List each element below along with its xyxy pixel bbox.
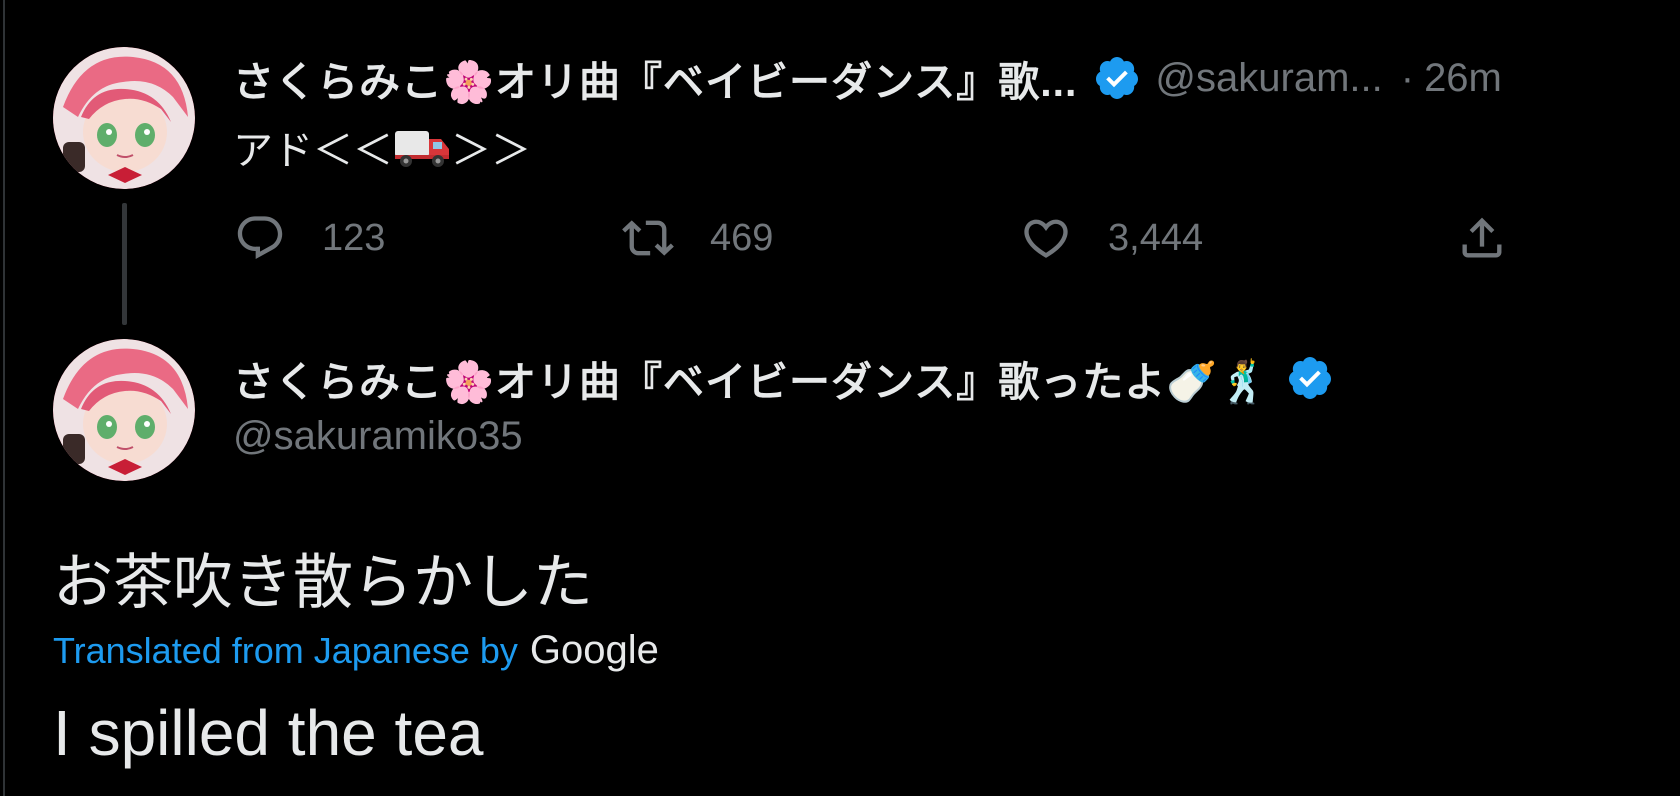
tweet-thread: さくらみこ🌸オリ曲『ベイビーダンス』歌... @sakuram... · 26m…: [0, 0, 1680, 796]
tweet2-header: さくらみこ🌸オリ曲『ベイビーダンス』歌ったよ🍼🕺: [233, 348, 1334, 408]
heart-icon: [1024, 219, 1068, 258]
handle[interactable]: @sakuramiko35: [233, 414, 523, 459]
delivery-truck-icon: [393, 127, 451, 179]
translated-from-link[interactable]: Translated from Japanese by: [53, 630, 518, 672]
tweet-text-prefix: アド＜＜: [233, 129, 393, 173]
display-name[interactable]: さくらみこ🌸オリ曲『ベイビーダンス』歌ったよ🍼🕺: [233, 348, 1270, 408]
tweet2-text: お茶吹き散らかした: [53, 549, 593, 616]
verified-badge-icon: [1096, 57, 1139, 99]
tweet1-header: さくらみこ🌸オリ曲『ベイビーダンス』歌... @sakuram... · 26m: [233, 48, 1502, 108]
avatar[interactable]: [53, 47, 195, 189]
avatar[interactable]: [53, 339, 195, 481]
share-icon: [1462, 217, 1502, 258]
google-logo: Google: [529, 628, 659, 672]
like-button[interactable]: 3,444: [1020, 212, 1203, 264]
separator-dot: ·: [1400, 55, 1415, 100]
retweet-icon: [622, 220, 674, 256]
verified-badge-icon: [1289, 357, 1332, 399]
translated-text: I spilled the tea: [53, 697, 484, 769]
retweet-button[interactable]: 469: [622, 212, 773, 264]
column-divider: [3, 0, 5, 796]
like-count: 3,444: [1108, 216, 1204, 259]
display-name[interactable]: さくらみこ🌸オリ曲『ベイビーダンス』歌...: [233, 48, 1077, 108]
tweet1-actions: 123 469 3,444: [234, 212, 1564, 268]
reply-icon: [237, 216, 283, 260]
reply-count: 123: [322, 216, 386, 259]
reply-button[interactable]: 123: [234, 212, 385, 264]
tweet1-text: アド＜＜ ＞＞: [233, 118, 531, 179]
translation-attribution: Translated from Japanese by Google: [53, 628, 659, 673]
timestamp[interactable]: 26m: [1424, 56, 1502, 101]
thread-connector-line: [122, 203, 127, 325]
tweet-text-suffix: ＞＞: [451, 129, 531, 173]
share-button[interactable]: [1456, 212, 1544, 264]
handle[interactable]: @sakuram...: [1155, 56, 1382, 101]
retweet-count: 469: [710, 216, 774, 259]
